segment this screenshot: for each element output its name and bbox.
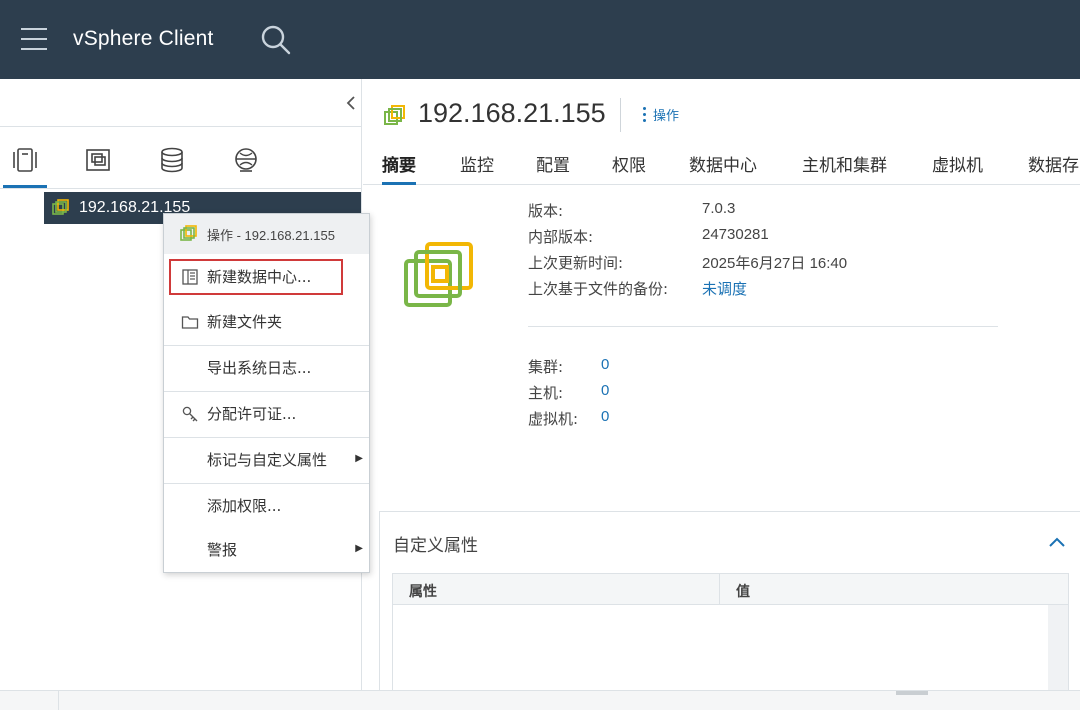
menu-item-label: 分配许可证... (207, 405, 297, 423)
navigator-tabs (0, 142, 362, 188)
tab-vms[interactable]: 虚拟机 (932, 151, 983, 185)
object-tabs: 摘要 监控 配置 权限 数据中心 主机和集群 虚拟机 数据存 (363, 149, 1080, 185)
more-vertical-icon (643, 106, 646, 124)
hamburger-icon[interactable] (21, 28, 47, 50)
menu-item-label: 标记与自定义属性 (207, 451, 328, 469)
tab-monitor[interactable]: 监控 (460, 151, 494, 185)
submenu-arrow-icon: ▶ (355, 543, 363, 554)
vcenter-large-icon (404, 242, 473, 307)
top-header: vSphere Client (0, 0, 1080, 79)
key-icon (182, 406, 198, 422)
column-header-value[interactable]: 值 (736, 581, 750, 601)
field-label-version: 版本: (528, 202, 564, 220)
field-label-last-updated: 上次更新时间: (528, 254, 624, 272)
count-label-hosts: 主机: (528, 384, 564, 402)
column-resize-handle[interactable] (719, 574, 720, 605)
count-value-vms[interactable]: 0 (601, 408, 609, 425)
vcenter-icon (180, 225, 197, 241)
card-title: 自定义属性 (393, 536, 478, 556)
menu-item-export-logs[interactable]: 导出系统日志... (164, 345, 369, 390)
column-header-attribute[interactable]: 属性 (409, 581, 437, 601)
field-value-last-updated: 2025年6月27日 16:40 (702, 255, 848, 272)
resize-handle[interactable] (896, 691, 928, 695)
menu-item-label: 新建文件夹 (207, 313, 283, 331)
app-title: vSphere Client (73, 27, 214, 50)
chevron-up-icon[interactable] (1046, 534, 1068, 550)
networking-icon (235, 148, 257, 172)
tab-summary[interactable]: 摘要 (382, 151, 416, 185)
highlight-annotation (169, 259, 343, 295)
collapse-pane-icon[interactable] (343, 93, 359, 113)
menu-item-assign-license[interactable]: 分配许可证... (164, 391, 369, 436)
tab-configure[interactable]: 配置 (536, 151, 570, 185)
context-menu-header: 操作 - 192.168.21.155 (164, 214, 369, 254)
divider (620, 98, 621, 132)
menu-item-tags-attributes[interactable]: 标记与自定义属性 ▶ (164, 437, 369, 482)
context-menu: 操作 - 192.168.21.155 新建数据中心... 新建文件夹 导出系统… (163, 213, 370, 573)
vcenter-icon (384, 105, 405, 125)
custom-attributes-card: 自定义属性 属性 值 (379, 511, 1080, 710)
count-value-hosts[interactable]: 0 (601, 382, 609, 399)
divider (58, 691, 59, 710)
menu-item-new-folder[interactable]: 新建文件夹 (164, 299, 369, 344)
field-value-version: 7.0.3 (702, 200, 736, 217)
divider (0, 188, 362, 189)
count-value-clusters[interactable]: 0 (601, 356, 609, 373)
menu-item-alarms[interactable]: 警报 ▶ (164, 527, 369, 572)
vms-and-templates-icon (86, 149, 110, 171)
field-value-build: 24730281 (702, 226, 769, 243)
tab-hosts-and-clusters[interactable] (3, 142, 47, 188)
field-value-last-backup-link[interactable]: 未调度 (702, 278, 747, 299)
tab-storage[interactable] (150, 142, 194, 188)
count-label-vms: 虚拟机: (528, 410, 579, 428)
actions-button[interactable]: 操作 (643, 105, 679, 124)
tab-hosts-clusters[interactable]: 主机和集群 (802, 151, 887, 185)
divider (528, 326, 998, 327)
menu-item-label: 警报 (207, 541, 238, 559)
divider (0, 126, 362, 127)
actions-label: 操作 (653, 109, 680, 124)
content-pane: 192.168.21.155 操作 摘要 监控 配置 权限 数据中心 主机和集群… (363, 79, 1080, 710)
tab-networking[interactable] (224, 142, 268, 188)
menu-item-add-permission[interactable]: 添加权限... (164, 483, 369, 528)
grid-header: 属性 值 (393, 574, 1068, 605)
vcenter-icon (52, 199, 69, 215)
submenu-arrow-icon: ▶ (355, 453, 363, 464)
storage-icon (161, 147, 183, 173)
menu-item-label: 添加权限... (207, 497, 282, 515)
bottom-panel-bar (0, 690, 1080, 710)
tab-vms-and-templates[interactable] (76, 142, 120, 188)
context-menu-title: 操作 - 192.168.21.155 (207, 227, 335, 243)
hosts-and-clusters-icon (13, 148, 37, 172)
search-icon[interactable] (260, 24, 292, 56)
object-title: 192.168.21.155 (418, 98, 606, 128)
tab-permissions[interactable]: 权限 (612, 151, 646, 185)
field-label-build: 内部版本: (528, 228, 594, 246)
menu-item-label: 导出系统日志... (207, 359, 312, 377)
tab-datacenters[interactable]: 数据中心 (689, 151, 757, 185)
count-label-clusters: 集群: (528, 358, 564, 376)
field-label-last-backup: 上次基于文件的备份: (528, 280, 669, 298)
folder-icon (181, 316, 199, 329)
tab-datastores[interactable]: 数据存 (1028, 151, 1079, 185)
